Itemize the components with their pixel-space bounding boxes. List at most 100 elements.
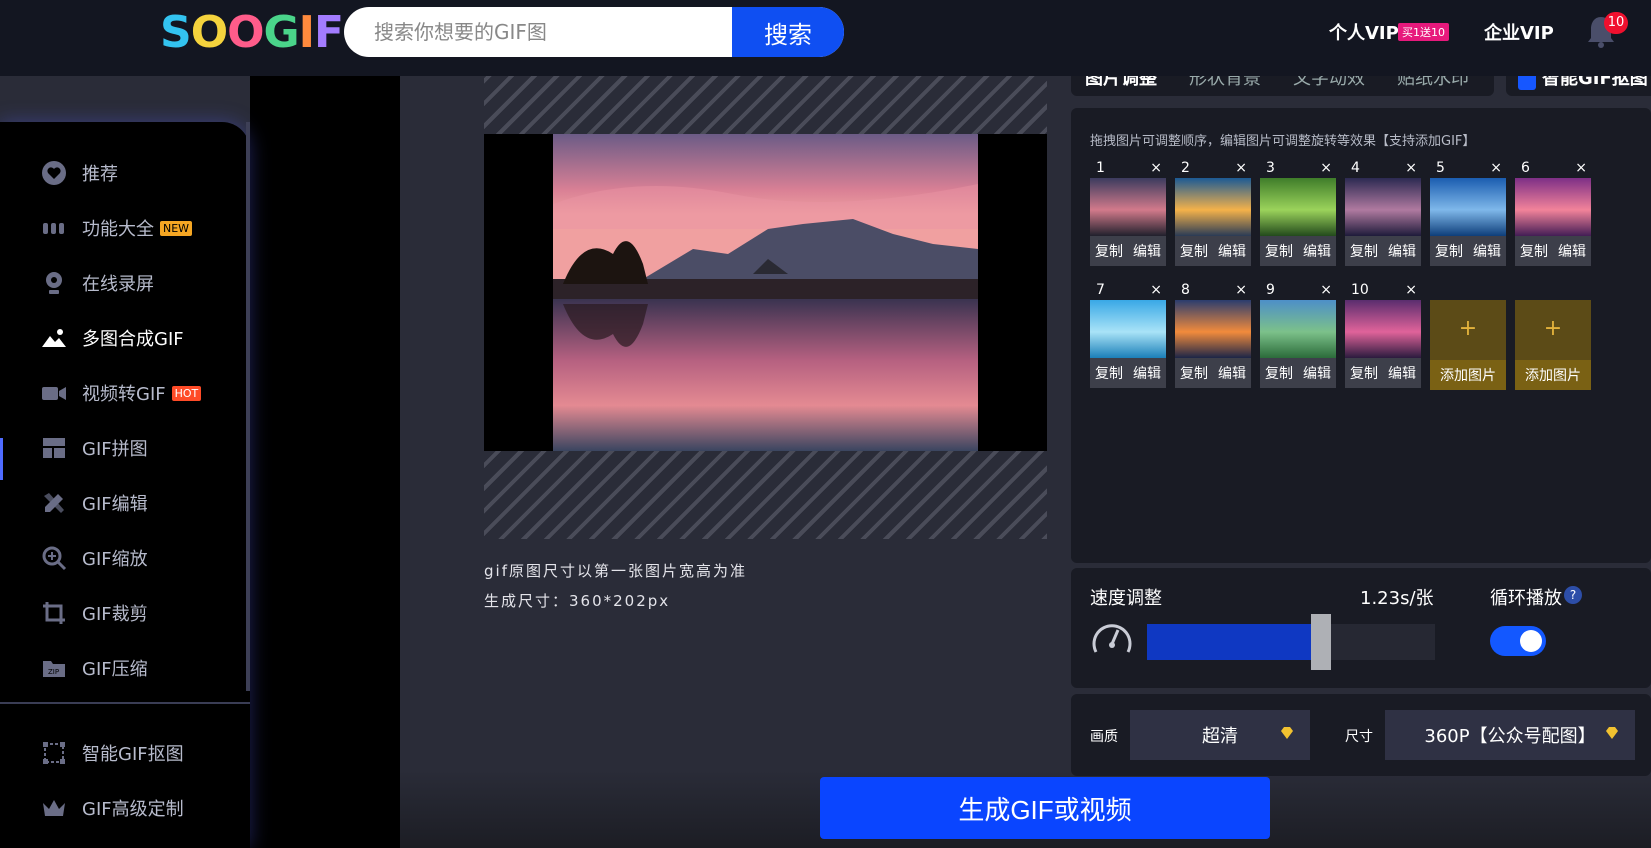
- copy-image-button[interactable]: 复制: [1350, 241, 1378, 261]
- search-input[interactable]: [344, 7, 732, 57]
- sidebar-item-gif-crop[interactable]: GIF裁剪: [40, 598, 148, 628]
- image-thumbnail[interactable]: 4 × 复制 编辑: [1345, 160, 1421, 270]
- sidebar-item-multi-image-gif[interactable]: 多图合成GIF: [40, 323, 184, 353]
- diamond-icon: [1606, 727, 1618, 739]
- sidebar-item-gif-collage[interactable]: GIF拼图: [40, 433, 148, 463]
- thumbnail-actions: 复制 编辑: [1175, 236, 1251, 266]
- remove-image-icon[interactable]: ×: [1235, 282, 1247, 298]
- search-button[interactable]: 搜索: [732, 7, 844, 57]
- image-thumbnail[interactable]: 8 × 复制 编辑: [1175, 282, 1251, 392]
- generate-gif-button[interactable]: 生成GIF或视频: [820, 777, 1270, 839]
- sidebar-item-recommend[interactable]: 推荐: [40, 158, 118, 188]
- edit-image-button[interactable]: 编辑: [1303, 363, 1331, 383]
- tab-image-adjust[interactable]: 图片调整: [1085, 76, 1157, 90]
- speed-slider-fill: [1147, 624, 1311, 660]
- thumbnail-actions: 复制 编辑: [1090, 358, 1166, 388]
- image-thumbnail[interactable]: 2 × 复制 编辑: [1175, 160, 1251, 270]
- copy-image-button[interactable]: 复制: [1095, 363, 1123, 383]
- crown-icon: [40, 794, 68, 822]
- sidebar-item-video-to-gif[interactable]: 视频转GIF HOT: [40, 378, 202, 408]
- smart-cutout-toggle[interactable]: 智能GIF抠图: [1506, 76, 1651, 96]
- video-icon: [40, 379, 68, 407]
- help-icon[interactable]: ?: [1564, 586, 1582, 604]
- size-select[interactable]: 360P【公众号配图】: [1385, 710, 1635, 760]
- remove-image-icon[interactable]: ×: [1320, 160, 1332, 176]
- loop-toggle[interactable]: [1490, 626, 1546, 656]
- copy-image-button[interactable]: 复制: [1350, 363, 1378, 383]
- edit-icon: [40, 489, 68, 517]
- sidebar-item-gif-edit[interactable]: GIF编辑: [40, 488, 148, 518]
- sidebar-item-label: GIF编辑: [82, 494, 148, 515]
- sidebar-item-smart-cutout[interactable]: 智能GIF抠图: [40, 738, 184, 768]
- speed-slider-handle[interactable]: [1311, 614, 1331, 670]
- edit-image-button[interactable]: 编辑: [1473, 241, 1501, 261]
- remove-image-icon[interactable]: ×: [1575, 160, 1587, 176]
- image-thumbnail[interactable]: 7 × 复制 编辑: [1090, 282, 1166, 392]
- diamond-icon: [1281, 727, 1293, 739]
- copy-image-button[interactable]: 复制: [1265, 241, 1293, 261]
- generated-size-note: 生成尺寸：360*202px: [484, 592, 671, 610]
- sidebar-scrollbar[interactable]: [246, 122, 250, 691]
- sidebar-item-features[interactable]: 功能大全 NEW: [40, 213, 193, 243]
- remove-image-icon[interactable]: ×: [1405, 282, 1417, 298]
- sidebar-item-label: GIF拼图: [82, 439, 148, 460]
- soogif-logo[interactable]: SOOGIF: [160, 7, 344, 58]
- copy-image-button[interactable]: 复制: [1265, 363, 1293, 383]
- edit-image-button[interactable]: 编辑: [1133, 363, 1161, 383]
- copy-image-button[interactable]: 复制: [1520, 241, 1548, 261]
- remove-image-icon[interactable]: ×: [1490, 160, 1502, 176]
- sidebar-item-gif-resize[interactable]: GIF缩放: [40, 543, 148, 573]
- loop-title: 循环播放: [1490, 588, 1562, 609]
- image-thumbnail[interactable]: 5 × 复制 编辑: [1430, 160, 1506, 270]
- edit-image-button[interactable]: 编辑: [1218, 241, 1246, 261]
- image-thumbnail[interactable]: 10 × 复制 编辑: [1345, 282, 1421, 392]
- remove-image-icon[interactable]: ×: [1405, 160, 1417, 176]
- add-image-button[interactable]: + 添加图片: [1515, 300, 1591, 390]
- logo-text: SOOGIF: [160, 7, 344, 58]
- image-icon: [40, 324, 68, 352]
- thumbnail-image: [1260, 300, 1336, 358]
- tab-sticker-watermark[interactable]: 贴纸水印: [1397, 76, 1469, 90]
- edit-image-button[interactable]: 编辑: [1218, 363, 1246, 383]
- sidebar-item-gif-compress[interactable]: ZIP GIF压缩: [40, 653, 148, 683]
- remove-image-icon[interactable]: ×: [1235, 160, 1247, 176]
- copy-image-button[interactable]: 复制: [1180, 363, 1208, 383]
- edit-image-button[interactable]: 编辑: [1303, 241, 1331, 261]
- remove-image-icon[interactable]: ×: [1150, 282, 1162, 298]
- sidebar-item-advanced-custom[interactable]: GIF高级定制: [40, 793, 184, 823]
- personal-vip-link[interactable]: 个人VIP: [1329, 19, 1399, 45]
- image-thumbnail[interactable]: 6 × 复制 编辑: [1515, 160, 1591, 270]
- copy-image-button[interactable]: 复制: [1095, 241, 1123, 261]
- copy-image-button[interactable]: 复制: [1435, 241, 1463, 261]
- sidebar-item-screen-record[interactable]: 在线录屏: [40, 268, 154, 298]
- remove-image-icon[interactable]: ×: [1320, 282, 1332, 298]
- edit-image-button[interactable]: 编辑: [1388, 363, 1416, 383]
- images-hint: 拖拽图片可调整顺序，编辑图片可调整旋转等效果【支持添加GIF】: [1090, 134, 1476, 149]
- dots-icon: [40, 214, 68, 242]
- image-thumbnail[interactable]: 1 × 复制 编辑: [1090, 160, 1166, 270]
- speed-value: 1.23s/张: [1360, 588, 1434, 609]
- thumbnail-image: [1345, 300, 1421, 358]
- thumbnail-actions: 复制 编辑: [1175, 358, 1251, 388]
- tab-text-effects[interactable]: 文字动效: [1293, 76, 1365, 90]
- tab-shape-background[interactable]: 形状背景: [1189, 76, 1261, 90]
- speed-slider[interactable]: [1147, 614, 1435, 670]
- copy-image-button[interactable]: 复制: [1180, 241, 1208, 261]
- new-tag: NEW: [160, 220, 193, 236]
- quality-label: 画质: [1090, 729, 1118, 745]
- edit-image-button[interactable]: 编辑: [1133, 241, 1161, 261]
- edit-image-button[interactable]: 编辑: [1558, 241, 1586, 261]
- edit-image-button[interactable]: 编辑: [1388, 241, 1416, 261]
- enterprise-vip-link[interactable]: 企业VIP: [1484, 19, 1554, 45]
- thumbnail-image: [1175, 300, 1251, 358]
- add-image-label: 添加图片: [1430, 360, 1506, 390]
- smart-cutout-checkbox[interactable]: [1518, 76, 1536, 90]
- sidebar-active-indicator: [0, 438, 3, 480]
- thumbnail-image: [1175, 178, 1251, 236]
- crop-icon: [40, 599, 68, 627]
- zoom-icon: [40, 544, 68, 572]
- image-thumbnail[interactable]: 9 × 复制 编辑: [1260, 282, 1336, 392]
- add-image-button[interactable]: + 添加图片: [1430, 300, 1506, 390]
- remove-image-icon[interactable]: ×: [1150, 160, 1162, 176]
- image-thumbnail[interactable]: 3 × 复制 编辑: [1260, 160, 1336, 270]
